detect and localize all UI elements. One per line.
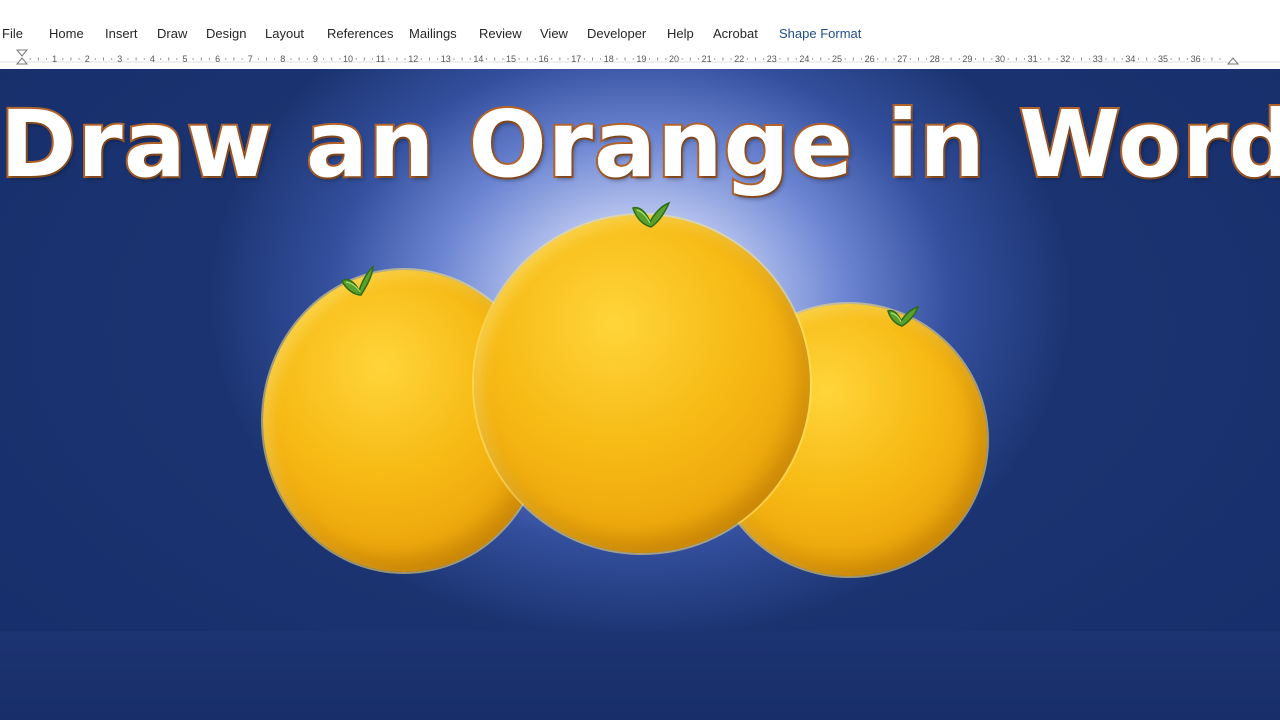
ruler-number: 35: [1158, 54, 1168, 64]
ruler-number: 8: [280, 54, 285, 64]
page-title[interactable]: Draw an Orange in Word: [0, 89, 1280, 200]
ruler-number: 24: [799, 54, 809, 64]
tab-view[interactable]: View: [540, 26, 568, 41]
bottom-band: [0, 631, 1280, 720]
ruler-number: 28: [930, 54, 940, 64]
ruler-number: 31: [1028, 54, 1038, 64]
ruler-number: 12: [408, 54, 418, 64]
ruler-number: 30: [995, 54, 1005, 64]
ruler-number: 32: [1060, 54, 1070, 64]
document-canvas: Draw an Orange in Word: [0, 69, 1280, 720]
ruler-number: 19: [636, 54, 646, 64]
tab-review[interactable]: Review: [479, 26, 522, 41]
tab-acrobat[interactable]: Acrobat: [713, 26, 758, 41]
ruler-number: 13: [441, 54, 451, 64]
tab-file[interactable]: File: [2, 26, 23, 41]
tab-mailings[interactable]: Mailings: [409, 26, 457, 41]
indent-marker-icon: [15, 49, 29, 65]
ruler-number: 21: [702, 54, 712, 64]
ruler-number: 33: [1093, 54, 1103, 64]
ruler-number: 15: [506, 54, 516, 64]
right-indent-marker-icon: [1226, 57, 1240, 65]
horizontal-ruler[interactable]: 1 2 3 4 5 6 7 8 9 10 11 12 13 14 15 16 17 18 19 20 21 22 23 24 2…: [0, 48, 1280, 69]
tab-help[interactable]: Help: [667, 26, 694, 41]
tab-insert[interactable]: Insert: [105, 26, 138, 41]
tab-design[interactable]: Design: [206, 26, 246, 41]
ruler-scale: 1 2 3 4 5 6 7 8 9 10 11 12 13 14 15 16 17 18 19 20 21 22 23 24 2…: [0, 49, 1280, 65]
ruler-number: 27: [897, 54, 907, 64]
ruler-number: 1: [52, 54, 57, 64]
ribbon-tab-bar: File Home Insert Draw Design Layout Refe…: [0, 24, 1280, 46]
ruler-number: 25: [832, 54, 842, 64]
window-top-strip: [0, 0, 1280, 24]
ruler-number: 17: [571, 54, 581, 64]
ruler-number: 29: [962, 54, 972, 64]
center-leaf-icon[interactable]: [631, 200, 671, 230]
ruler-number: 36: [1191, 54, 1201, 64]
left-leaf-icon[interactable]: [340, 265, 378, 299]
tab-layout[interactable]: Layout: [265, 26, 304, 41]
tab-references[interactable]: References: [327, 26, 393, 41]
ruler-number: 9: [313, 54, 318, 64]
right-leaf-icon[interactable]: [886, 303, 920, 329]
ruler-number: 23: [767, 54, 777, 64]
ruler-number: 16: [539, 54, 549, 64]
ruler-number: 6: [215, 54, 220, 64]
ruler-number: 18: [604, 54, 614, 64]
tab-shape-format[interactable]: Shape Format: [779, 26, 861, 41]
ruler-number: 3: [117, 54, 122, 64]
center-orange[interactable]: [474, 215, 810, 553]
ruler-number: 2: [85, 54, 90, 64]
ruler-number: 10: [343, 54, 353, 64]
ruler-number: 34: [1125, 54, 1135, 64]
tab-home[interactable]: Home: [49, 26, 84, 41]
ruler-number: 26: [865, 54, 875, 64]
ruler-number: 22: [734, 54, 744, 64]
ruler-number: 14: [473, 54, 483, 64]
ruler-number: 20: [669, 54, 679, 64]
ruler-number: 11: [376, 54, 385, 64]
tab-developer[interactable]: Developer: [587, 26, 646, 41]
ruler-number: 5: [182, 54, 187, 64]
tab-draw[interactable]: Draw: [157, 26, 187, 41]
ruler-number: 4: [150, 54, 155, 64]
ruler-number: 7: [248, 54, 253, 64]
